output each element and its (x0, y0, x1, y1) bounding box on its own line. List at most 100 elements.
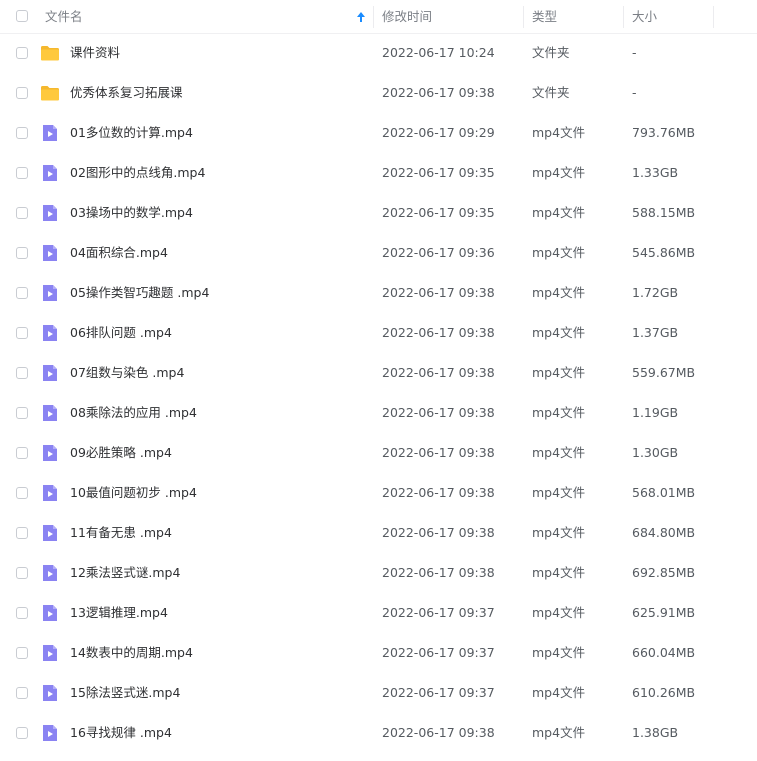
video-file-icon[interactable] (40, 243, 60, 263)
file-row[interactable]: 09必胜策略 .mp4 2022-06-17 09:38 mp4文件 1.30GB (0, 433, 757, 473)
file-size: 1.19GB (632, 405, 679, 420)
file-row[interactable]: 01多位数的计算.mp4 2022-06-17 09:29 mp4文件 793.76M… (0, 113, 757, 153)
file-name[interactable]: 03操场中的数学.mp4 (70, 193, 193, 233)
file-size: 588.15MB (632, 205, 696, 220)
row-checkbox[interactable] (16, 47, 28, 59)
file-name[interactable]: 优秀体系复习拓展课 (70, 73, 183, 113)
folder-icon[interactable] (40, 83, 60, 103)
row-checkbox[interactable] (16, 247, 28, 259)
video-file-icon[interactable] (40, 363, 60, 383)
file-name[interactable]: 课件资料 (70, 33, 120, 73)
file-type: 文件夹 (532, 45, 570, 60)
modified-time: 2022-06-17 09:38 (382, 565, 495, 580)
video-file-icon[interactable] (40, 203, 60, 223)
video-file-icon[interactable] (40, 523, 60, 543)
modified-time: 2022-06-17 09:38 (382, 285, 495, 300)
video-file-icon[interactable] (40, 403, 60, 423)
file-row[interactable]: 课件资料 2022-06-17 10:24 文件夹 - (0, 33, 757, 73)
file-name[interactable]: 10最值问题初步 .mp4 (70, 473, 197, 513)
file-size: 684.80MB (632, 525, 696, 540)
file-row[interactable]: 12乘法竖式谜.mp4 2022-06-17 09:38 mp4文件 692.85MB (0, 553, 757, 593)
file-name[interactable]: 09必胜策略 .mp4 (70, 433, 172, 473)
column-divider[interactable] (713, 6, 714, 28)
row-checkbox[interactable] (16, 527, 28, 539)
file-name[interactable]: 02图形中的点线角.mp4 (70, 153, 205, 193)
modified-time: 2022-06-17 09:38 (382, 325, 495, 340)
video-file-icon[interactable] (40, 563, 60, 583)
file-name[interactable]: 12乘法竖式谜.mp4 (70, 553, 180, 593)
row-checkbox[interactable] (16, 367, 28, 379)
file-name[interactable]: 11有备无患 .mp4 (70, 513, 172, 553)
file-row[interactable]: 06排队问题 .mp4 2022-06-17 09:38 mp4文件 1.37GB (0, 313, 757, 353)
row-checkbox[interactable] (16, 127, 28, 139)
file-row[interactable]: 15除法竖式迷.mp4 2022-06-17 09:37 mp4文件 610.26MB (0, 673, 757, 713)
video-file-icon[interactable] (40, 163, 60, 183)
file-name[interactable]: 14数表中的周期.mp4 (70, 633, 193, 673)
file-type: mp4文件 (532, 165, 586, 180)
row-checkbox[interactable] (16, 407, 28, 419)
row-checkbox[interactable] (16, 87, 28, 99)
file-name[interactable]: 08乘除法的应用 .mp4 (70, 393, 197, 433)
video-file-icon[interactable] (40, 683, 60, 703)
row-checkbox[interactable] (16, 287, 28, 299)
file-name[interactable]: 07组数与染色 .mp4 (70, 353, 184, 393)
file-row[interactable]: 02图形中的点线角.mp4 2022-06-17 09:35 mp4文件 1.33GB (0, 153, 757, 193)
modified-time: 2022-06-17 09:37 (382, 605, 495, 620)
modified-time: 2022-06-17 09:37 (382, 645, 495, 660)
file-type: 文件夹 (532, 85, 570, 100)
file-row[interactable]: 04面积综合.mp4 2022-06-17 09:36 mp4文件 545.86MB (0, 233, 757, 273)
file-name[interactable]: 01多位数的计算.mp4 (70, 113, 193, 153)
row-checkbox[interactable] (16, 727, 28, 739)
file-row[interactable]: 03操场中的数学.mp4 2022-06-17 09:35 mp4文件 588.15M… (0, 193, 757, 233)
file-name[interactable]: 06排队问题 .mp4 (70, 313, 172, 353)
file-row[interactable]: 14数表中的周期.mp4 2022-06-17 09:37 mp4文件 660.04M… (0, 633, 757, 673)
video-file-icon[interactable] (40, 443, 60, 463)
file-size: 1.37GB (632, 325, 679, 340)
file-row[interactable]: 08乘除法的应用 .mp4 2022-06-17 09:38 mp4文件 1.19GB (0, 393, 757, 433)
file-name[interactable]: 15除法竖式迷.mp4 (70, 673, 180, 713)
file-row[interactable]: 10最值问题初步 .mp4 2022-06-17 09:38 mp4文件 568.01… (0, 473, 757, 513)
file-name[interactable]: 13逻辑推理.mp4 (70, 593, 168, 633)
video-file-icon[interactable] (40, 723, 60, 743)
file-name[interactable]: 04面积综合.mp4 (70, 233, 168, 273)
column-header-type[interactable]: 类型 (532, 0, 557, 33)
file-type: mp4文件 (532, 245, 586, 260)
file-row[interactable]: 优秀体系复习拓展课 2022-06-17 09:38 文件夹 - (0, 73, 757, 113)
select-all-checkbox[interactable] (16, 10, 28, 22)
file-size: 692.85MB (632, 565, 696, 580)
row-checkbox[interactable] (16, 167, 28, 179)
modified-time: 2022-06-17 09:36 (382, 245, 495, 260)
row-checkbox[interactable] (16, 447, 28, 459)
row-checkbox[interactable] (16, 207, 28, 219)
file-row[interactable]: 11有备无患 .mp4 2022-06-17 09:38 mp4文件 684.80MB (0, 513, 757, 553)
video-file-icon[interactable] (40, 123, 60, 143)
file-row[interactable]: 05操作类智巧趣题 .mp4 2022-06-17 09:38 mp4文件 1.72G… (0, 273, 757, 313)
modified-time: 2022-06-17 09:29 (382, 125, 495, 140)
column-header-name[interactable]: 文件名 (45, 0, 83, 33)
file-row[interactable]: 07组数与染色 .mp4 2022-06-17 09:38 mp4文件 559.67M… (0, 353, 757, 393)
column-header-time[interactable]: 修改时间 (382, 0, 432, 33)
video-file-icon[interactable] (40, 483, 60, 503)
row-checkbox[interactable] (16, 487, 28, 499)
column-divider[interactable] (523, 6, 524, 28)
column-divider[interactable] (373, 6, 374, 28)
column-divider[interactable] (623, 6, 624, 28)
file-size: 660.04MB (632, 645, 696, 660)
file-type: mp4文件 (532, 285, 586, 300)
column-header-size[interactable]: 大小 (632, 0, 657, 33)
folder-icon[interactable] (40, 43, 60, 63)
sort-up-arrow-icon[interactable] (356, 11, 366, 23)
row-checkbox[interactable] (16, 687, 28, 699)
video-file-icon[interactable] (40, 323, 60, 343)
row-checkbox[interactable] (16, 567, 28, 579)
row-checkbox[interactable] (16, 327, 28, 339)
row-checkbox[interactable] (16, 607, 28, 619)
video-file-icon[interactable] (40, 603, 60, 623)
row-checkbox[interactable] (16, 647, 28, 659)
file-name[interactable]: 05操作类智巧趣题 .mp4 (70, 273, 209, 313)
file-name[interactable]: 16寻找规律 .mp4 (70, 713, 172, 753)
file-row[interactable]: 13逻辑推理.mp4 2022-06-17 09:37 mp4文件 625.91MB (0, 593, 757, 633)
video-file-icon[interactable] (40, 643, 60, 663)
video-file-icon[interactable] (40, 283, 60, 303)
file-row[interactable]: 16寻找规律 .mp4 2022-06-17 09:38 mp4文件 1.38GB (0, 713, 757, 753)
